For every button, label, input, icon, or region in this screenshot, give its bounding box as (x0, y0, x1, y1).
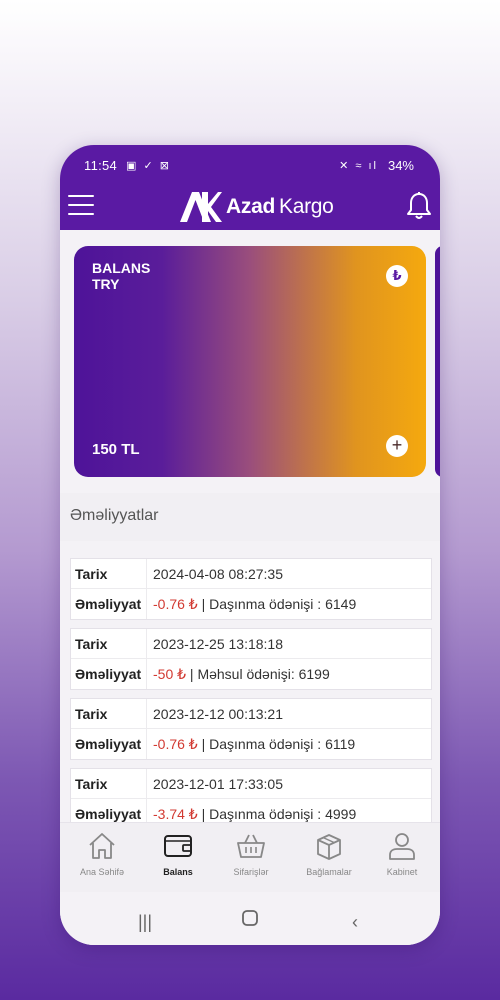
operation-label: Əməliyyat (71, 659, 147, 689)
transaction-list: Tarix 2024-04-08 08:27:35 Əməliyyat -0.7… (70, 558, 432, 838)
nav-item-packages[interactable]: Bağlamalar (291, 831, 367, 877)
hamburger-menu-icon[interactable] (68, 195, 94, 215)
date-label: Tarix (71, 629, 147, 658)
transaction-operation-row: Əməliyyat -50 ₺ | Məhsul ödənişi: 6199 (71, 659, 431, 689)
user-icon (389, 833, 415, 860)
transaction-date-row: Tarix 2023-12-12 00:13:21 (71, 699, 431, 729)
app-logo: Azad Kargo (178, 189, 334, 225)
transaction-card: Tarix 2024-04-08 08:27:35 Əməliyyat -0.7… (70, 558, 432, 620)
bottom-navigation: Ana Səhifə Balans Sifarişlər Bağlamalar … (60, 822, 440, 892)
operation-label: Əməliyyat (71, 589, 147, 619)
transaction-detail: -3.74 ₺ | Daşınma ödənişi : 4999 (147, 806, 356, 823)
wallet-icon (164, 835, 192, 857)
transaction-date-row: Tarix 2023-12-25 13:18:18 (71, 629, 431, 659)
balance-card[interactable]: BALANS TRY ₺ 150 TL + (74, 246, 426, 477)
currency-label: TRY (92, 276, 120, 292)
phone-screen: 11:54 ▣ ✓ ⊠ ✕ ≈ ıl 34% Azad Kargo BALANS … (60, 145, 440, 945)
transaction-description: | Daşınma ödənişi : 6119 (197, 735, 356, 752)
transaction-date: 2023-12-25 13:18:18 (153, 635, 283, 652)
home-button-icon[interactable] (242, 910, 258, 931)
notification-icons: ▣ ✓ ⊠ (126, 160, 171, 172)
transaction-amount: -0.76 ₺ (153, 595, 198, 612)
box-icon (317, 834, 341, 860)
transaction-description: | Daşınma ödənişi : 4999 (197, 805, 357, 822)
transaction-date: 2023-12-01 17:33:05 (153, 775, 283, 792)
nav-label: Kabinet (386, 867, 418, 877)
add-balance-button[interactable]: + (386, 435, 408, 457)
lira-icon: ₺ (386, 265, 408, 287)
transaction-date-row: Tarix 2023-12-01 17:33:05 (71, 769, 431, 799)
nav-item-orders[interactable]: Sifarişlər (213, 831, 289, 877)
nav-item-home[interactable]: Ana Səhifə (64, 831, 140, 877)
nav-label: Sifarişlər (233, 867, 269, 877)
transaction-operation-row: Əməliyyat -0.76 ₺ | Daşınma ödənişi : 61… (71, 729, 431, 759)
operation-label: Əməliyyat (71, 729, 147, 759)
nav-label: Ana Səhifə (79, 867, 125, 877)
battery-level: 34% (387, 158, 414, 173)
date-label: Tarix (71, 769, 147, 798)
home-circle-icon (242, 910, 258, 926)
basket-icon (237, 834, 265, 858)
transaction-amount: -0.76 ₺ (153, 735, 198, 752)
status-time: 11:54 (84, 158, 118, 173)
nav-label: Balans (163, 867, 193, 877)
transaction-description: | Daşınma ödənişi : 6149 (197, 595, 357, 612)
nav-label: Bağlamalar (306, 867, 352, 877)
transaction-detail: -0.76 ₺ | Daşınma ödənişi : 6149 (147, 596, 356, 613)
nav-item-cabinet[interactable]: Kabinet (364, 831, 440, 877)
balance-card-title: BALANS TRY (92, 260, 150, 292)
bell-icon[interactable] (406, 191, 432, 221)
transaction-amount: -3.74 ₺ (153, 805, 198, 822)
home-icon (89, 833, 115, 859)
transaction-card: Tarix 2023-12-01 17:33:05 Əməliyyat -3.7… (70, 768, 432, 830)
date-label: Tarix (71, 699, 147, 728)
next-card-peek[interactable] (435, 246, 440, 477)
transaction-card: Tarix 2023-12-25 13:18:18 Əməliyyat -50 … (70, 628, 432, 690)
balance-amount: 150 TL (92, 441, 140, 458)
date-label: Tarix (71, 559, 147, 588)
signal-icons: ✕ ≈ ıl (339, 160, 378, 172)
system-navigation-bar: ||| ‹ (60, 902, 440, 945)
transaction-detail: -50 ₺ | Məhsul ödənişi: 6199 (147, 666, 330, 683)
transaction-amount: -50 ₺ (153, 665, 187, 682)
logo-text-bold: Azad (226, 195, 275, 218)
recent-apps-icon[interactable]: ||| (138, 912, 152, 933)
transaction-operation-row: Əməliyyat -0.76 ₺ | Daşınma ödənişi : 61… (71, 589, 431, 619)
azad-kargo-logo-mark-icon (180, 192, 222, 222)
transaction-detail: -0.76 ₺ | Daşınma ödənişi : 6119 (147, 736, 355, 753)
transaction-date-row: Tarix 2024-04-08 08:27:35 (71, 559, 431, 589)
back-icon[interactable]: ‹ (352, 912, 358, 933)
transaction-card: Tarix 2023-12-12 00:13:21 Əməliyyat -0.7… (70, 698, 432, 760)
logo-text-light: Kargo (278, 195, 334, 218)
status-bar: 11:54 ▣ ✓ ⊠ ✕ ≈ ıl 34% (60, 157, 440, 177)
section-title: Əməliyyatlar (70, 507, 159, 524)
nav-item-balance[interactable]: Balans (140, 831, 216, 877)
transactions-header: Əməliyyatlar (60, 493, 440, 541)
balance-label: BALANS (92, 260, 151, 276)
transaction-date: 2024-04-08 08:27:35 (153, 565, 283, 582)
transaction-description: | Məhsul ödənişi: 6199 (186, 665, 330, 682)
logo-text: Azad Kargo (226, 195, 334, 219)
app-header: 11:54 ▣ ✓ ⊠ ✕ ≈ ıl 34% Azad Kargo (60, 145, 440, 230)
transaction-date: 2023-12-12 00:13:21 (153, 705, 283, 722)
